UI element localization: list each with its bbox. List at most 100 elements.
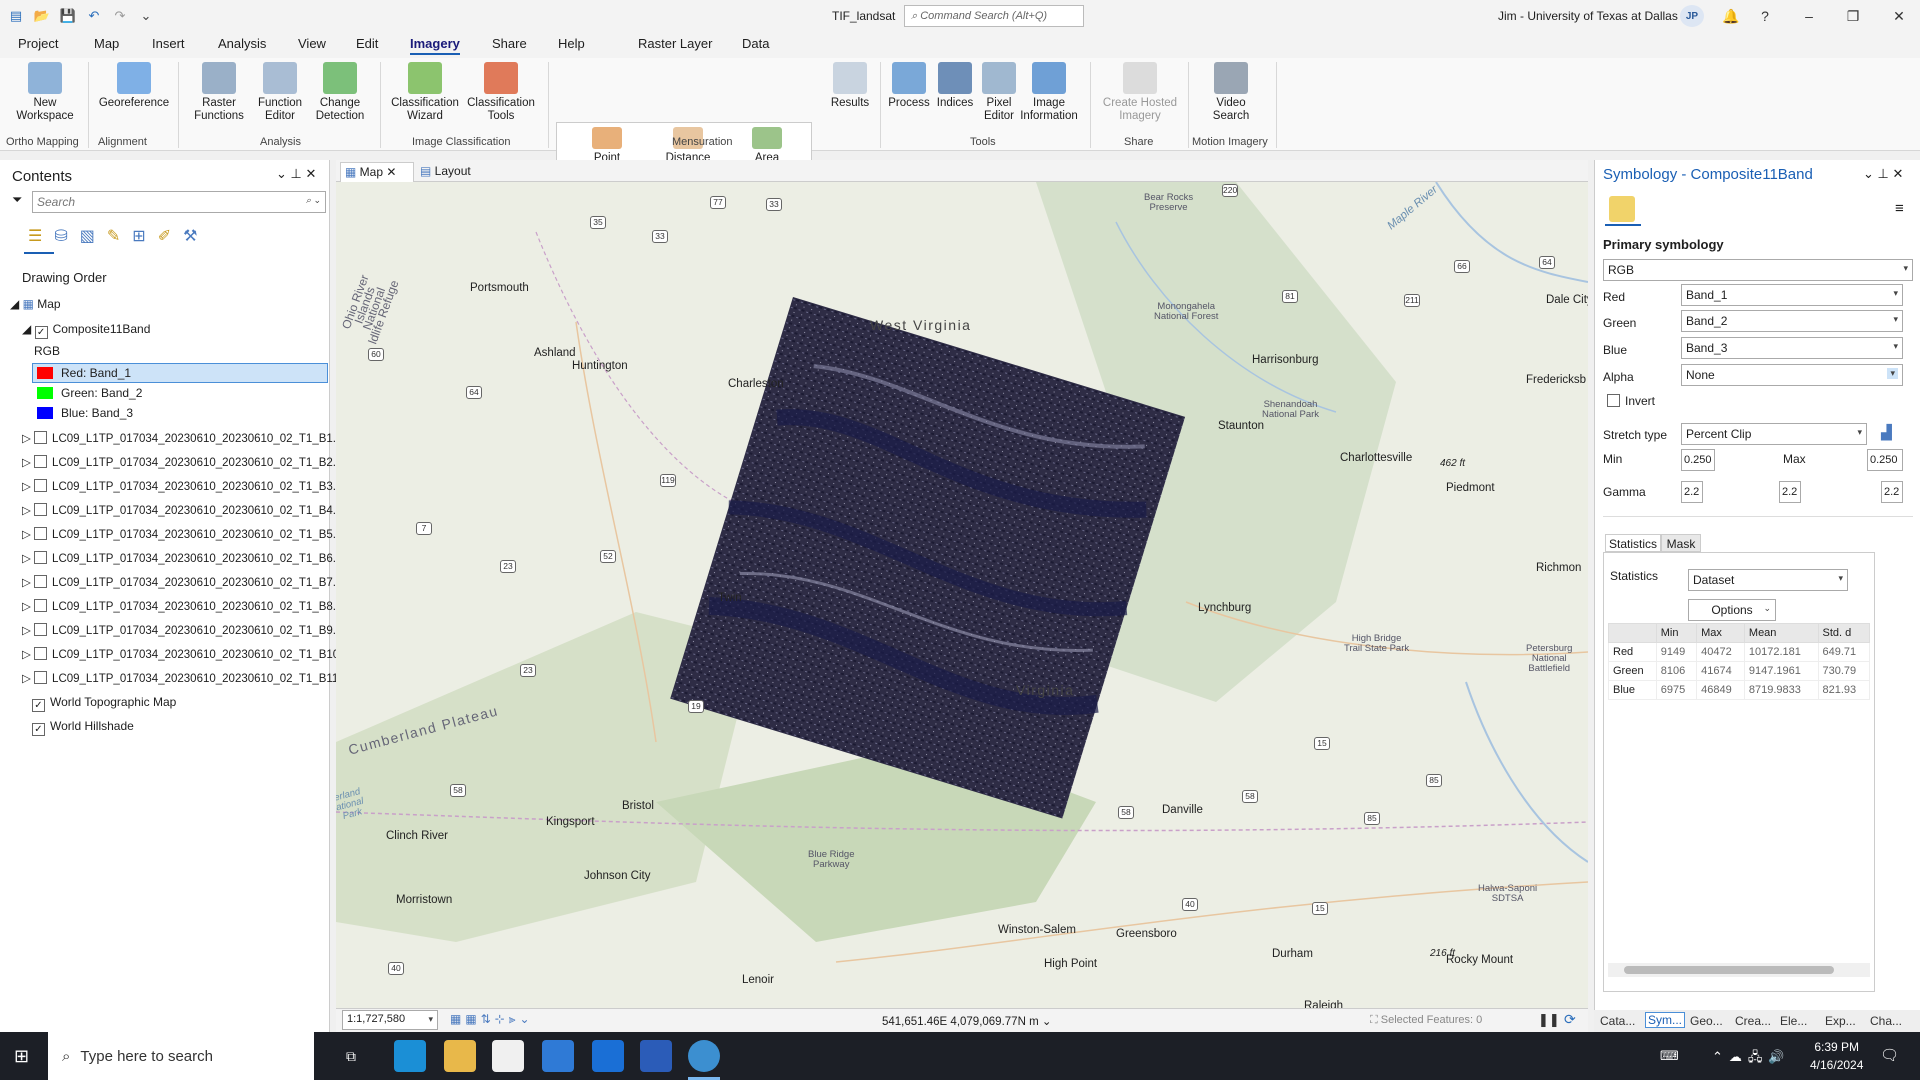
indices-button[interactable]: Indices [930,62,980,110]
basemap-topographic[interactable]: ✓ World Topographic Map [32,695,176,712]
alpha-band-select[interactable]: None ▾ [1681,364,1903,386]
table-header-cell[interactable]: Std. d [1817,623,1870,643]
expand-icon[interactable]: ▷ [22,433,34,445]
change-detection-button[interactable]: Change Detection [306,62,374,123]
open-icon[interactable]: 📂 [32,7,52,25]
map-view[interactable]: West Virginia Virginia Cumberland Plateau P… [336,182,1588,1008]
red-band-select[interactable]: Band_1 ▾ [1681,284,1903,306]
layer-checkbox[interactable] [34,455,48,468]
primary-symbology-icon[interactable] [1609,196,1635,222]
tab-layout-view[interactable]: ▤ Layout [420,164,471,178]
tab-share[interactable]: Share [492,36,527,51]
tif-layer-row[interactable]: ▷ LC09_L1TP_017034_20230610_20230610_02_… [22,431,353,445]
selected-features[interactable]: ⛶ Selected Features: 0 [1370,1014,1482,1027]
refresh-icon[interactable]: ⟳ [1564,1011,1576,1028]
layer-checkbox[interactable]: ✓ [32,723,45,736]
tif-layer-row[interactable]: ▷ LC09_L1TP_017034_20230610_20230610_02_… [22,503,353,517]
min-input[interactable]: 0.250 [1681,449,1715,471]
tab-insert[interactable]: Insert [152,36,185,51]
notification-icon[interactable]: 🔔 [1716,4,1746,28]
tif-layer-row[interactable]: ▷ LC09_L1TP_017034_20230610_20230610_02_… [22,671,351,685]
max-input[interactable]: 0.250 [1867,449,1903,471]
table-header-cell[interactable]: Min [1655,623,1698,643]
tab-project[interactable]: Project [18,36,58,51]
help-icon[interactable]: ? [1750,4,1780,28]
box-icon[interactable] [592,1040,624,1072]
basemap-hillshade[interactable]: ✓ World Hillshade [32,719,134,736]
invert-checkbox[interactable]: Invert [1607,394,1655,408]
tab-map[interactable]: Map [94,36,119,51]
invert-checkbox-box[interactable] [1607,394,1620,407]
green-band-select[interactable]: Band_2 ▾ [1681,310,1903,332]
file-explorer-icon[interactable] [444,1040,476,1072]
tab-statistics[interactable]: Statistics [1605,534,1661,552]
tab-edit[interactable]: Edit [356,36,378,51]
pane-tab[interactable]: Exp... [1825,1014,1856,1028]
task-view-icon[interactable]: ⧉ [346,1048,356,1065]
word-icon[interactable] [640,1040,672,1072]
layer-checkbox[interactable] [34,647,48,660]
statistics-select[interactable]: Dataset ▾ [1688,569,1848,591]
options-button[interactable]: Options ⌄ [1688,599,1776,621]
layer-checkbox[interactable] [34,623,48,636]
expand-icon[interactable]: ▷ [22,529,34,541]
windows-start-icon[interactable]: ⊞ [14,1046,29,1067]
gamma-blue-input[interactable]: 2.2 [1881,481,1903,503]
filter-icon[interactable]: ⏷ [12,192,22,208]
customize-icon[interactable]: ⌄ [136,7,156,25]
avatar[interactable]: JP [1680,5,1704,27]
keyboard-icon[interactable]: ⌨ [1660,1048,1679,1064]
layer-checkbox[interactable] [34,575,48,588]
tab-imagery[interactable]: Imagery [410,36,460,55]
raster-functions-button[interactable]: Raster Functions [182,62,256,123]
layer-checkbox[interactable] [34,503,48,516]
minimize-button[interactable]: – [1794,4,1824,28]
restore-button[interactable]: ❐ [1838,4,1868,28]
tab-mask[interactable]: Mask [1661,534,1701,552]
navigation-tools[interactable]: ▦▦⇅⊹⫸⌄ [450,1012,534,1027]
redo-icon[interactable]: ↷ [110,7,130,25]
band-green-row[interactable]: Green: Band_2 [37,386,142,400]
selection-icon[interactable]: ▧ [80,226,95,248]
close-icon[interactable]: ✕ [386,165,396,179]
expand-icon[interactable]: ▷ [22,577,34,589]
pause-drawing-button[interactable]: ❚❚ [1538,1012,1560,1028]
table-header-cell[interactable] [1608,623,1657,643]
layer-checkbox[interactable]: ✓ [32,699,45,712]
blue-band-select[interactable]: Band_3 ▾ [1681,337,1903,359]
gamma-red-input[interactable]: 2.2 [1681,481,1703,503]
data-source-icon[interactable]: ⛁ [54,226,67,248]
pane-menu-icon[interactable]: ⌄ ⊥ ✕ [276,166,316,182]
store-icon[interactable] [492,1040,524,1072]
georeference-button[interactable]: Georeference [94,62,174,110]
image-information-button[interactable]: Image Information [1014,62,1084,123]
stretch-type-select[interactable]: Percent Clip ▾ [1681,423,1867,445]
tif-layer-row[interactable]: ▷ LC09_L1TP_017034_20230610_20230610_02_… [22,527,353,541]
tif-layer-row[interactable]: ▷ LC09_L1TP_017034_20230610_20230610_02_… [22,575,353,589]
classification-tools-button[interactable]: Classification Tools [462,62,540,123]
table-header-cell[interactable]: Mean [1743,623,1819,643]
expand-icon[interactable]: ▷ [22,625,34,637]
snapping-icon[interactable]: ⊞ [132,226,145,248]
chevron-down-icon[interactable]: ⌄ [1042,1016,1052,1028]
tif-layer-row[interactable]: ▷ LC09_L1TP_017034_20230610_20230610_02_… [22,551,353,565]
save-icon[interactable]: 💾 [58,7,78,25]
layer-checkbox[interactable] [34,671,48,684]
pane-tab[interactable]: Ele... [1780,1014,1807,1028]
mail-icon[interactable] [542,1040,574,1072]
expand-icon[interactable]: ▷ [22,457,34,469]
pane-tab[interactable]: Cha... [1870,1014,1902,1028]
tif-layer-row[interactable]: ▷ LC09_L1TP_017034_20230610_20230610_02_… [22,599,353,613]
tab-help[interactable]: Help [558,36,585,51]
layer-checkbox[interactable] [34,551,48,564]
new-workspace-button[interactable]: New Workspace [8,62,82,123]
tab-raster-layer[interactable]: Raster Layer [638,36,712,51]
table-header-cell[interactable]: Max [1696,623,1745,643]
expand-icon[interactable]: ▷ [22,553,34,565]
tab-analysis[interactable]: Analysis [218,36,266,51]
expand-icon[interactable]: ▷ [22,601,34,613]
expand-icon[interactable]: ▷ [22,673,34,685]
contents-search-input[interactable]: Search ⌕ ⌄ [32,191,326,213]
hamburger-icon[interactable]: ≡ [1895,200,1904,217]
expand-icon[interactable]: ▷ [22,505,34,517]
